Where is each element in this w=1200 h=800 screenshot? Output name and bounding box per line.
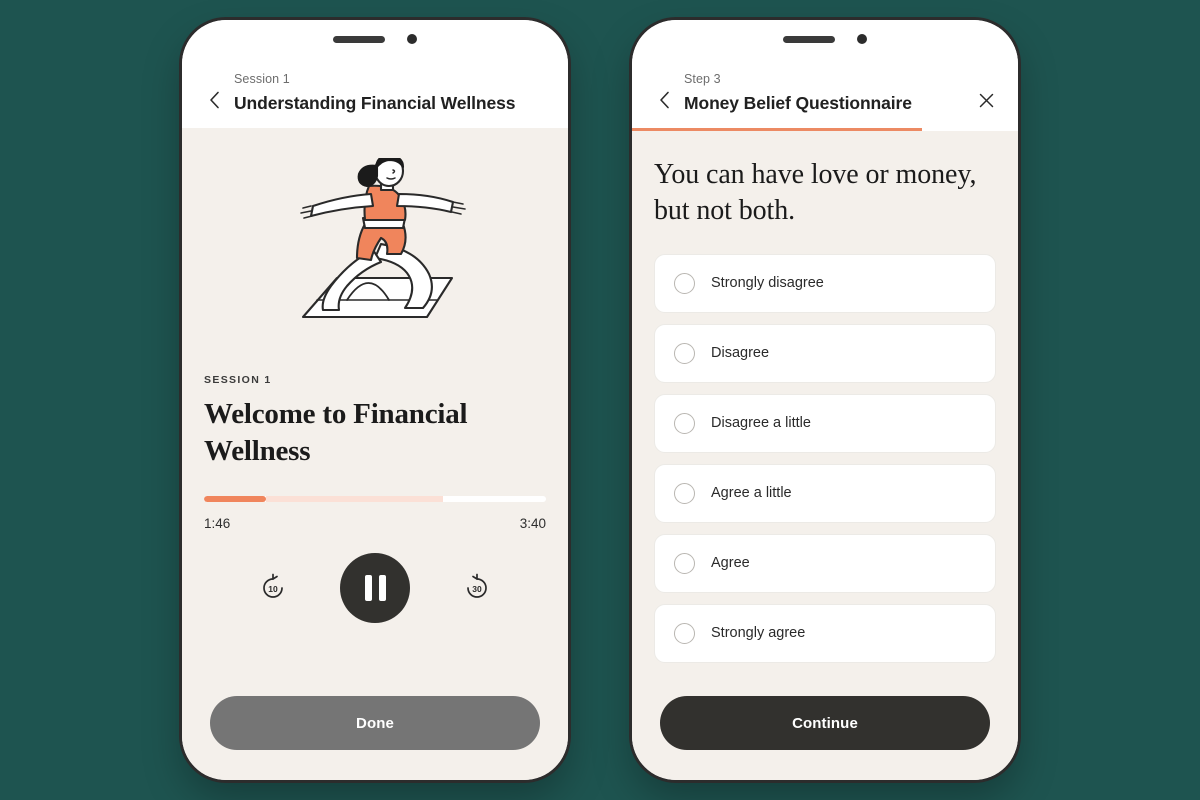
back-button[interactable] [650,86,678,114]
earpiece-speaker-icon [783,35,835,43]
forward-30-button[interactable]: 30 [462,573,492,603]
answer-option-label: Strongly agree [711,625,806,642]
earpiece-speaker-icon [333,35,385,43]
questionnaire-footer: Continue [632,678,1018,780]
rewind-10-button[interactable]: 10 [258,573,288,603]
radio-button-icon[interactable] [674,272,695,294]
page-title: Understanding Financial Wellness [234,93,516,113]
total-time: 3:40 [519,516,546,532]
track-title: Welcome to Financial Wellness [204,398,468,468]
rewind-10-icon: 10 [263,573,283,599]
step-eyebrow: Step 3 [684,72,721,86]
radio-button-icon[interactable] [674,552,695,574]
close-button[interactable] [972,86,1000,114]
answer-option[interactable]: Agree a little [654,463,996,523]
answer-option-label: Disagree a little [711,415,811,432]
answer-option[interactable]: Strongly agree [654,603,996,663]
answer-option-label: Agree a little [711,485,792,502]
screenshot-stage: Session 1 Understanding Financial Wellne… [0,0,1200,800]
session-kicker: SESSION 1 [204,374,272,386]
answer-option[interactable]: Disagree a little [654,393,996,453]
question-container: You can have love or money, but not both… [632,131,1018,230]
answer-option[interactable]: Agree [654,533,996,593]
phone-questionnaire: Step 3 Money Belief Questionnaire You ca… [632,20,1018,780]
answer-option[interactable]: Strongly disagree [654,253,996,313]
player-header: Session 1 Understanding Financial Wellne… [182,58,568,128]
forward-30-icon: 30 [467,573,487,599]
player-footer: Done [182,678,568,780]
phone-audio-player: Session 1 Understanding Financial Wellne… [182,20,568,780]
elapsed-time: 1:46 [204,516,231,532]
radio-button-icon[interactable] [674,622,695,644]
radio-button-icon[interactable] [674,482,695,504]
question-text: You can have love or money, but not both… [654,159,977,227]
continue-button[interactable]: Continue [660,696,990,750]
player-header-text: Session 1 Understanding Financial Wellne… [234,70,550,114]
close-icon [979,93,993,107]
pause-bar-left [364,575,372,602]
answer-option-label: Disagree [711,345,770,362]
player-meta: SESSION 1 Welcome to Financial Wellness [182,374,568,470]
pause-button[interactable] [340,553,410,624]
illustration-container [182,128,568,374]
answer-option-label: Agree [711,555,750,572]
playback-times: 1:46 3:40 [204,516,546,531]
pause-bar-right [378,575,386,602]
questionnaire-header-text: Step 3 Money Belief Questionnaire [684,70,966,114]
svg-text:30: 30 [472,584,482,594]
session-eyebrow: Session 1 [234,72,290,86]
radio-button-icon[interactable] [674,342,695,364]
playback-progress-bar[interactable] [204,496,546,503]
answer-option[interactable]: Disagree [654,323,996,383]
chevron-left-icon [659,91,669,109]
page-title: Money Belief Questionnaire [684,93,912,113]
questionnaire-header: Step 3 Money Belief Questionnaire [632,58,1018,128]
player-controls: 10 30 [182,553,568,624]
chevron-left-icon [209,91,219,109]
progress-buffered [265,496,444,503]
questionnaire-body: You can have love or money, but not both… [632,131,1018,780]
radio-button-icon[interactable] [674,412,695,434]
answer-option-label: Strongly disagree [711,275,824,292]
woman-yoga-warrior-pose-illustration [300,158,466,319]
front-camera-icon [407,34,417,44]
player-body: SESSION 1 Welcome to Financial Wellness … [182,128,568,780]
back-button[interactable] [200,86,228,114]
progress-played [204,496,266,503]
front-camera-icon [857,34,867,44]
answer-options-list: Strongly disagree Disagree Disagree a litt… [632,253,1018,663]
phone-notch [182,20,568,58]
svg-text:10: 10 [268,584,278,594]
phone-notch [632,20,1018,58]
done-button[interactable]: Done [210,696,540,750]
